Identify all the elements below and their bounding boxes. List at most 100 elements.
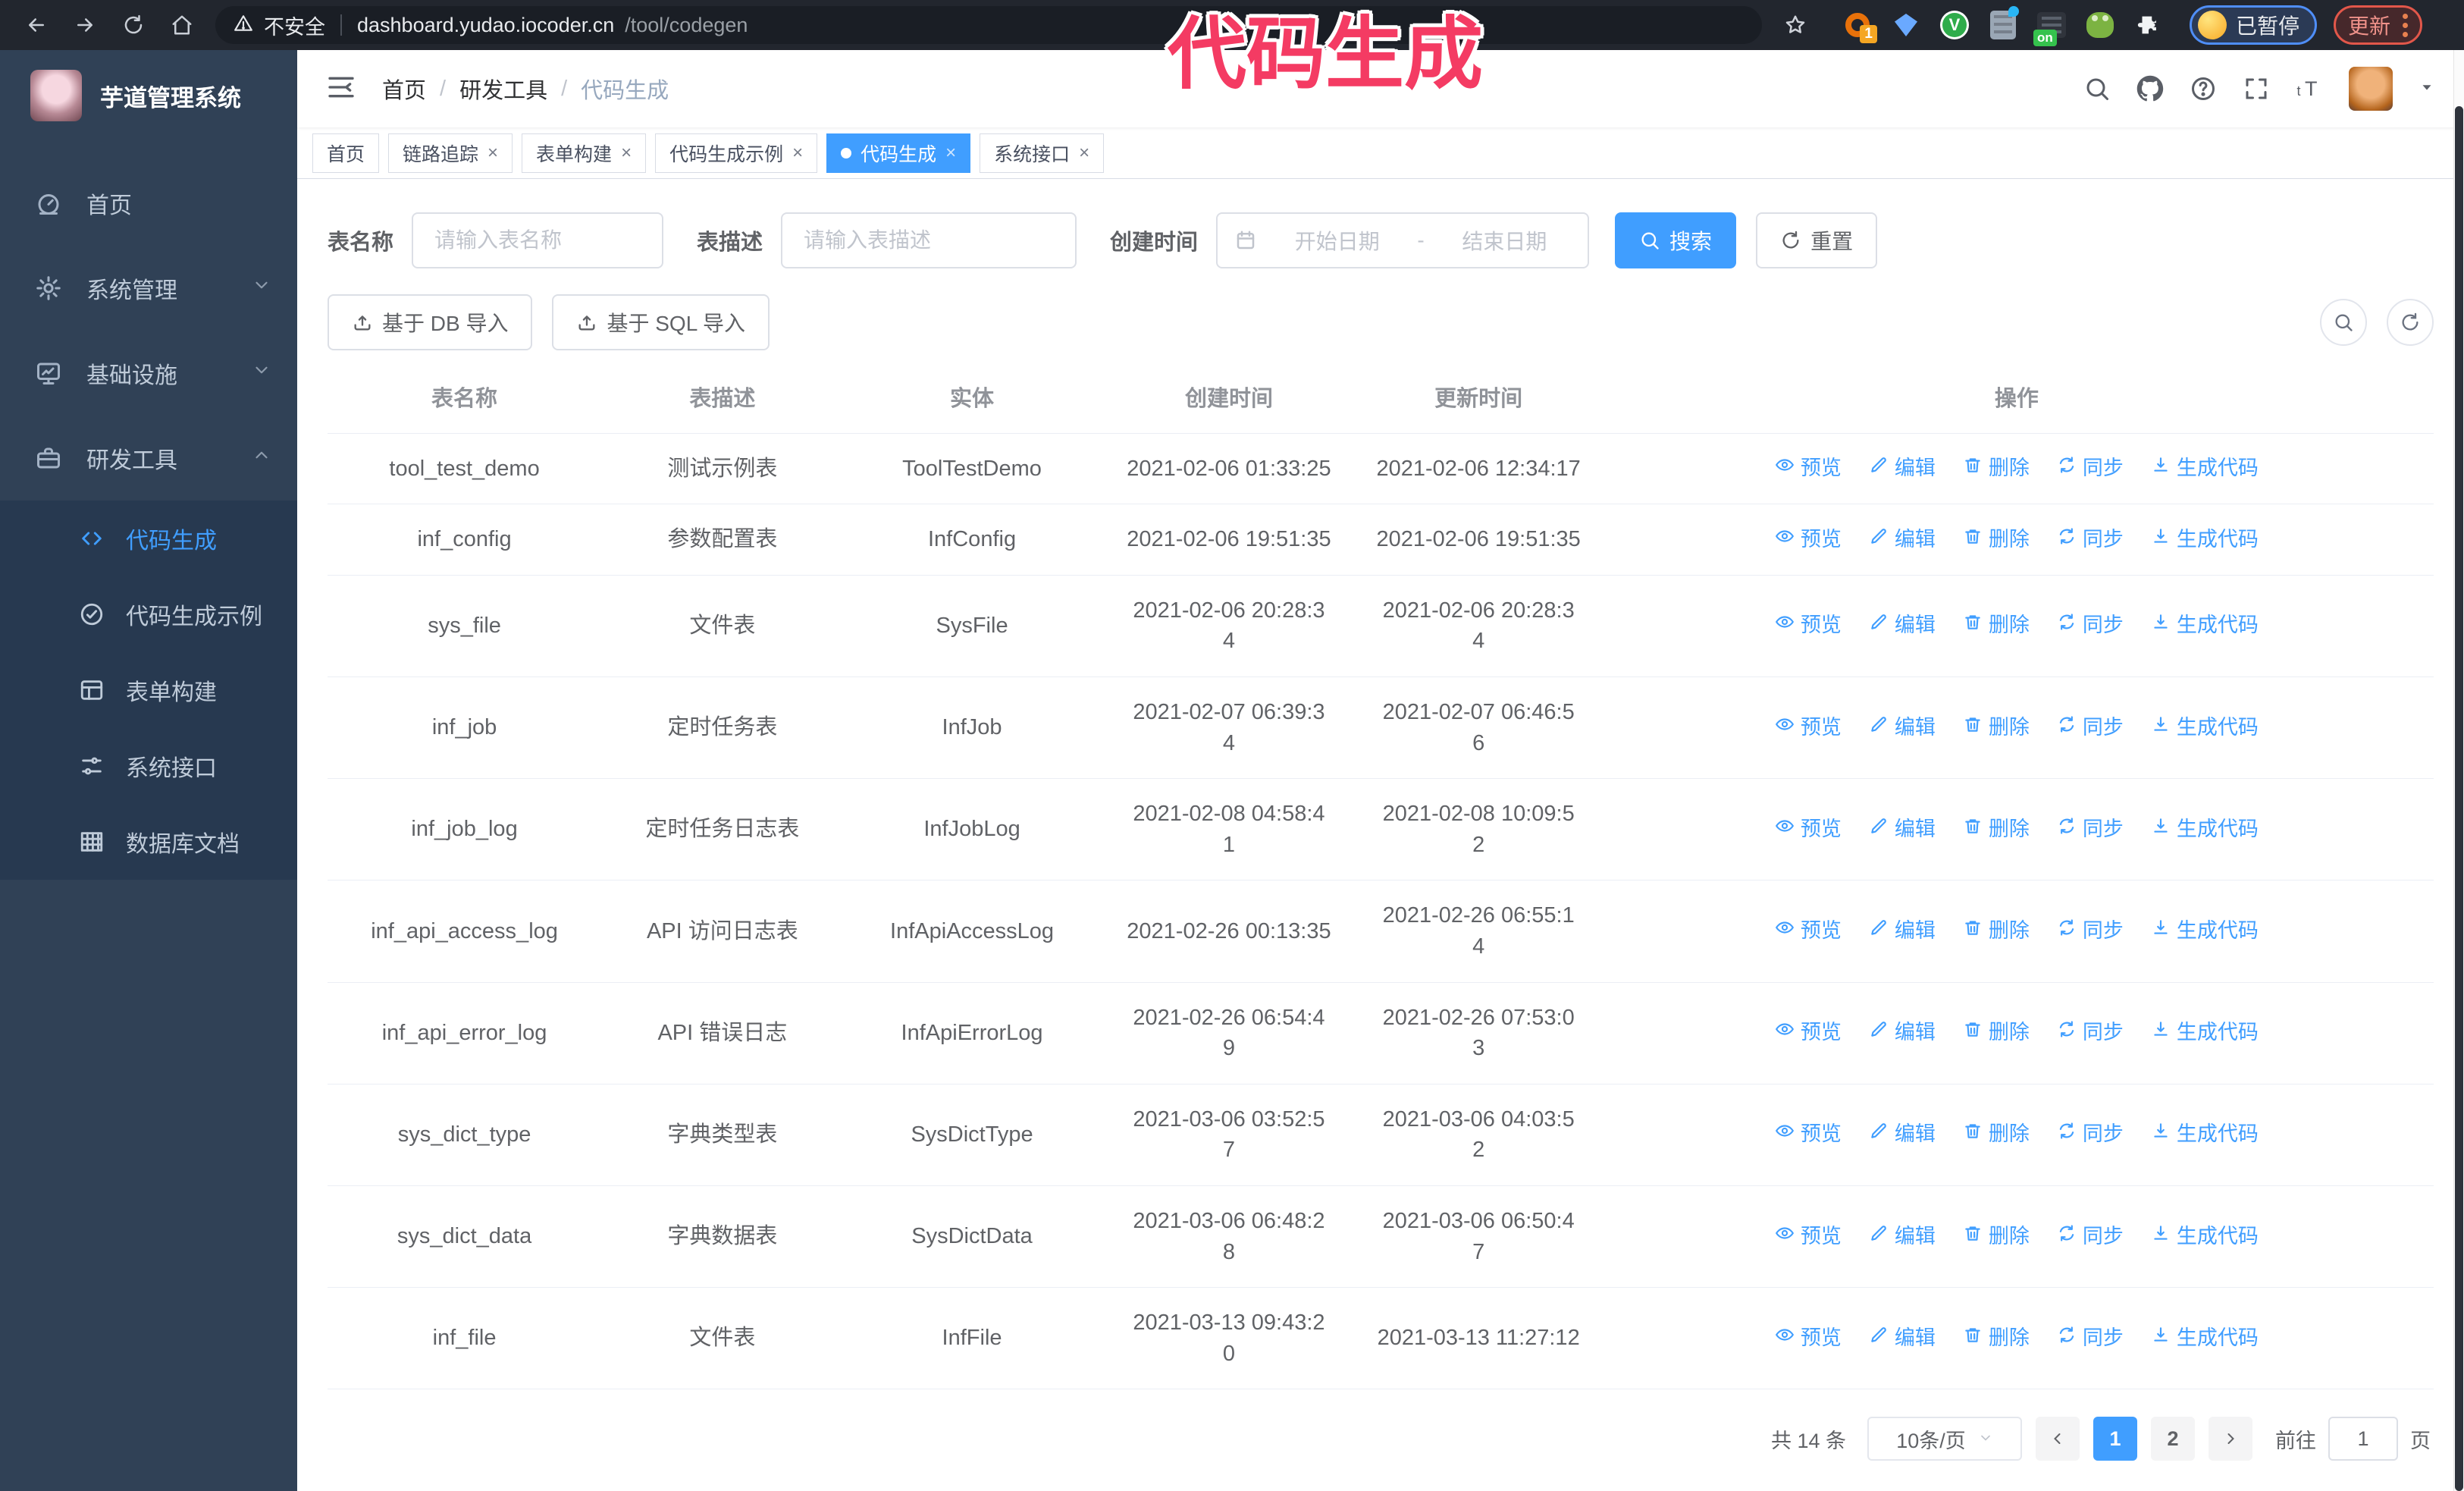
generate-link[interactable]: 生成代码 bbox=[2151, 1120, 2259, 1149]
generate-link[interactable]: 生成代码 bbox=[2151, 454, 2259, 483]
breadcrumb-item[interactable]: 首页 bbox=[382, 73, 426, 105]
preview-link[interactable]: 预览 bbox=[1775, 1120, 1842, 1149]
sync-link[interactable]: 同步 bbox=[2057, 611, 2124, 640]
edit-link[interactable]: 编辑 bbox=[1869, 917, 1936, 946]
preview-link[interactable]: 预览 bbox=[1775, 526, 1842, 554]
tab-codegen[interactable]: 代码生成 × bbox=[826, 133, 971, 173]
tab-home[interactable]: 首页 bbox=[312, 133, 380, 173]
generate-link[interactable]: 生成代码 bbox=[2151, 1223, 2259, 1251]
table-row[interactable]: inf_job_log 定时任务日志表 InfJobLog 2021-02-08 04… bbox=[328, 779, 2434, 881]
font-size-icon[interactable]: tT bbox=[2296, 75, 2323, 102]
preview-link[interactable]: 预览 bbox=[1775, 454, 1842, 483]
scrollbar-thumb[interactable] bbox=[2455, 106, 2463, 1491]
update-button[interactable]: 更新 bbox=[2334, 5, 2423, 45]
reset-button[interactable]: 重置 bbox=[1756, 212, 1878, 268]
extension-onbox-icon[interactable]: on bbox=[2033, 10, 2067, 46]
table-row[interactable]: inf_api_access_log API 访问日志表 InfApiAccessL… bbox=[328, 880, 2434, 983]
avatar-caret-down-icon[interactable] bbox=[2419, 79, 2435, 99]
edit-link[interactable]: 编辑 bbox=[1869, 454, 1936, 483]
generate-link[interactable]: 生成代码 bbox=[2151, 611, 2259, 640]
sidebar-item-home[interactable]: 首页 bbox=[0, 161, 297, 246]
sync-link[interactable]: 同步 bbox=[2057, 714, 2124, 742]
prev-page-button[interactable] bbox=[2036, 1417, 2080, 1461]
sync-link[interactable]: 同步 bbox=[2057, 454, 2124, 483]
delete-link[interactable]: 删除 bbox=[1963, 815, 2030, 844]
table-name-input[interactable] bbox=[412, 212, 664, 268]
tab-system-api[interactable]: 系统接口 × bbox=[980, 133, 1105, 173]
sync-link[interactable]: 同步 bbox=[2057, 815, 2124, 844]
table-row[interactable]: sys_file 文件表 SysFile 2021-02-06 20:28:3 4 20… bbox=[328, 576, 2434, 677]
delete-link[interactable]: 删除 bbox=[1963, 454, 2030, 483]
sidebar-item-devtools[interactable]: 研发工具 bbox=[0, 416, 297, 501]
sidebar-subitem-form-builder[interactable]: 表单构建 bbox=[0, 652, 297, 728]
sync-link[interactable]: 同步 bbox=[2057, 526, 2124, 554]
edit-link[interactable]: 编辑 bbox=[1869, 526, 1936, 554]
close-icon[interactable]: × bbox=[621, 143, 632, 162]
generate-link[interactable]: 生成代码 bbox=[2151, 1019, 2259, 1047]
edit-link[interactable]: 编辑 bbox=[1869, 1324, 1936, 1353]
goto-page-input[interactable] bbox=[2328, 1417, 2398, 1461]
fullscreen-icon[interactable] bbox=[2243, 75, 2270, 102]
delete-link[interactable]: 删除 bbox=[1963, 714, 2030, 742]
toggle-search-button[interactable] bbox=[2320, 299, 2367, 346]
reload-icon[interactable] bbox=[112, 7, 155, 43]
close-icon[interactable]: × bbox=[945, 143, 956, 162]
table-row[interactable]: inf_file 文件表 InfFile 2021-03-13 09:43:2 0 20… bbox=[328, 1288, 2434, 1390]
generate-link[interactable]: 生成代码 bbox=[2151, 917, 2259, 946]
table-row[interactable]: tool_test_demo 测试示例表 ToolTestDemo 2021-02-0… bbox=[328, 434, 2434, 505]
table-desc-input[interactable] bbox=[781, 212, 1077, 268]
hamburger-icon[interactable] bbox=[326, 72, 356, 106]
extension-v-icon[interactable]: V bbox=[1939, 10, 1970, 40]
delete-link[interactable]: 删除 bbox=[1963, 611, 2030, 640]
help-icon[interactable] bbox=[2190, 75, 2217, 102]
address-bar[interactable]: 不安全 dashboard.yudao.iocoder.cn/tool/code… bbox=[215, 6, 1762, 44]
sync-link[interactable]: 同步 bbox=[2057, 1019, 2124, 1047]
extension-orange-icon[interactable]: 1 bbox=[1842, 10, 1877, 43]
table-row[interactable]: inf_config 参数配置表 InfConfig 2021-02-06 19:51… bbox=[328, 504, 2434, 576]
sidebar-item-infra[interactable]: 基础设施 bbox=[0, 331, 297, 416]
sidebar-subitem-system-api[interactable]: 系统接口 bbox=[0, 728, 297, 804]
generate-link[interactable]: 生成代码 bbox=[2151, 526, 2259, 554]
preview-link[interactable]: 预览 bbox=[1775, 611, 1842, 640]
tab-tracing[interactable]: 链路追踪 × bbox=[388, 133, 513, 173]
sync-link[interactable]: 同步 bbox=[2057, 1324, 2124, 1353]
search-icon[interactable] bbox=[2083, 75, 2111, 102]
bookmark-star-icon[interactable] bbox=[1774, 7, 1817, 43]
table-row[interactable]: sys_dict_data 字典数据表 SysDictData 2021-03-06 … bbox=[328, 1186, 2434, 1289]
sidebar-subitem-codegen-demo[interactable]: 代码生成示例 bbox=[0, 576, 297, 652]
delete-link[interactable]: 删除 bbox=[1963, 1223, 2030, 1251]
paused-profile-badge[interactable]: 已暂停 bbox=[2190, 5, 2318, 45]
sync-link[interactable]: 同步 bbox=[2057, 1120, 2124, 1149]
close-icon[interactable]: × bbox=[487, 143, 498, 162]
delete-link[interactable]: 删除 bbox=[1963, 1120, 2030, 1149]
edit-link[interactable]: 编辑 bbox=[1869, 815, 1936, 844]
refresh-table-button[interactable] bbox=[2387, 299, 2434, 346]
preview-link[interactable]: 预览 bbox=[1775, 1019, 1842, 1047]
app-logo[interactable]: 芋道管理系统 bbox=[0, 50, 297, 141]
sidebar-subitem-db-doc[interactable]: 数据库文档 bbox=[0, 804, 297, 880]
import-db-button[interactable]: 基于 DB 导入 bbox=[328, 294, 533, 350]
security-label[interactable]: 不安全 bbox=[264, 11, 325, 40]
generate-link[interactable]: 生成代码 bbox=[2151, 815, 2259, 844]
preview-link[interactable]: 预览 bbox=[1775, 815, 1842, 844]
delete-link[interactable]: 删除 bbox=[1963, 1324, 2030, 1353]
delete-link[interactable]: 删除 bbox=[1963, 917, 2030, 946]
table-row[interactable]: inf_job 定时任务表 InfJob 2021-02-07 06:39:3 4 20… bbox=[328, 677, 2434, 780]
date-range-picker[interactable]: 开始日期 - 结束日期 bbox=[1216, 212, 1590, 268]
breadcrumb-item[interactable]: 研发工具 bbox=[459, 73, 547, 105]
delete-link[interactable]: 删除 bbox=[1963, 1019, 2030, 1047]
table-row[interactable]: sys_dict_type 字典类型表 SysDictType 2021-03-06 … bbox=[328, 1085, 2434, 1186]
close-icon[interactable]: × bbox=[1079, 143, 1089, 162]
sidebar-subitem-codegen[interactable]: 代码生成 bbox=[0, 501, 297, 576]
page-size-select[interactable]: 10条/页 bbox=[1867, 1417, 2022, 1461]
user-avatar[interactable] bbox=[2349, 67, 2393, 111]
back-icon[interactable] bbox=[15, 7, 58, 43]
edit-link[interactable]: 编辑 bbox=[1869, 611, 1936, 640]
kebab-menu-icon[interactable] bbox=[2403, 13, 2409, 37]
preview-link[interactable]: 预览 bbox=[1775, 714, 1842, 742]
next-page-button[interactable] bbox=[2209, 1417, 2252, 1461]
generate-link[interactable]: 生成代码 bbox=[2151, 714, 2259, 742]
edit-link[interactable]: 编辑 bbox=[1869, 714, 1936, 742]
sidebar-item-system[interactable]: 系统管理 bbox=[0, 246, 297, 331]
page-scrollbar[interactable] bbox=[2453, 50, 2464, 1491]
